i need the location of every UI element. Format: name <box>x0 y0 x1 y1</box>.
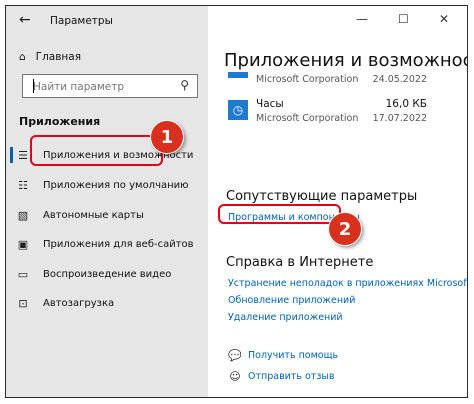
online-help-title: Справка в Интернете <box>226 255 374 270</box>
startup-icon: ⊡ <box>18 296 28 310</box>
sidebar-item-startup[interactable]: ⊡ Автозагрузка <box>15 293 114 313</box>
related-settings-title: Сопутствующие параметры <box>226 189 418 204</box>
help-link-update-apps[interactable]: Обновление приложений <box>228 295 355 306</box>
app-publisher: Microsoft Corporation <box>256 74 359 85</box>
sidebar-item-label: Приложения для веб-сайтов <box>43 238 194 250</box>
maximize-button[interactable]: ☐ <box>398 12 409 26</box>
offline-maps-icon: ▧ <box>17 208 29 222</box>
app-list-item[interactable]: ◷ Часы Microsoft Corporation 16,0 КБ 17.… <box>222 96 427 128</box>
app-date: 24.05.2022 <box>372 74 427 85</box>
search-input[interactable] <box>31 77 175 97</box>
close-button[interactable]: ✕ <box>439 12 449 26</box>
help-link-troubleshoot[interactable]: Устранение неполадок в приложениях Micro… <box>228 278 467 289</box>
sidebar-background <box>6 6 208 397</box>
apps-features-icon: ☰ <box>18 148 28 162</box>
sidebar-item-label: Автономные карты <box>43 209 144 221</box>
app-size: 16,0 КБ <box>385 98 427 110</box>
sidebar-section-title: Приложения <box>19 115 101 128</box>
default-apps-icon: ☷ <box>18 178 28 192</box>
sidebar-item-apps-websites[interactable]: ▣ Приложения для веб-сайтов <box>15 234 194 254</box>
selection-indicator <box>10 147 13 163</box>
step-badge-2: 2 <box>328 212 362 246</box>
app-date: 17.07.2022 <box>372 113 427 124</box>
home-icon: ⌂ <box>19 51 26 63</box>
highlight-box-2 <box>218 204 341 224</box>
page-title: Приложения и возможности <box>224 50 468 71</box>
sidebar-item-label: Автозагрузка <box>43 297 115 309</box>
back-arrow-icon[interactable]: ← <box>19 12 31 28</box>
feedback-link[interactable]: ☺ Отправить отзыв <box>228 370 335 383</box>
step-badge-1: 1 <box>150 120 184 154</box>
sidebar-home-label: Главная <box>35 51 82 63</box>
apps-for-websites-icon: ▣ <box>17 237 29 251</box>
get-help-link[interactable]: 💬 Получить помощь <box>228 349 338 362</box>
sidebar-item-video-playback[interactable]: ▭ Воспроизведение видео <box>15 264 172 284</box>
app-name: Часы <box>256 98 284 110</box>
search-box[interactable]: ⚲ <box>22 74 198 98</box>
feedback-icon: ☺ <box>229 370 241 383</box>
clock-icon: ◷ <box>228 100 248 120</box>
sidebar-item-offline-maps[interactable]: ▧ Автономные карты <box>15 205 144 225</box>
sidebar-home[interactable]: ⌂ Главная <box>19 51 81 63</box>
video-playback-icon: ▭ <box>17 267 29 281</box>
highlight-box-1 <box>30 135 163 166</box>
feedback-label: Отправить отзыв <box>248 371 335 382</box>
window-title: Параметры <box>50 15 113 27</box>
minimize-button[interactable]: — <box>356 12 368 26</box>
sidebar-item-label: Приложения по умолчанию <box>43 179 189 191</box>
app-icon <box>228 72 248 78</box>
get-help-label: Получить помощь <box>248 350 339 361</box>
sidebar-item-default-apps[interactable]: ☷ Приложения по умолчанию <box>15 175 189 195</box>
app-publisher: Microsoft Corporation <box>256 113 359 124</box>
sidebar-item-label: Воспроизведение видео <box>43 268 172 280</box>
help-link-uninstall-apps[interactable]: Удаление приложений <box>228 312 343 323</box>
chat-help-icon: 💬 <box>228 349 242 362</box>
search-icon[interactable]: ⚲ <box>180 78 189 92</box>
title-bar: ← Параметры — ☐ ✕ <box>6 6 467 36</box>
settings-window: ← Параметры — ☐ ✕ ⌂ Главная ⚲ Приложения… <box>5 5 468 398</box>
app-list-item[interactable]: Microsoft Corporation 24.05.2022 <box>222 72 427 88</box>
